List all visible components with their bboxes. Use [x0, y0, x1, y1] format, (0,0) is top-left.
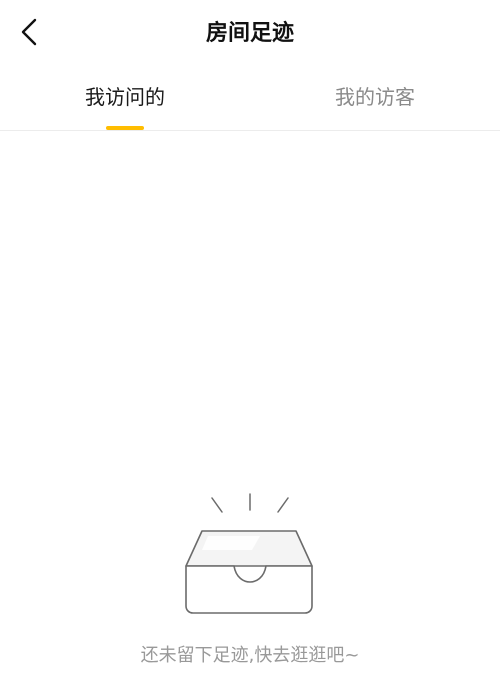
header-bar: 房间足迹 [0, 0, 500, 68]
page-title: 房间足迹 [205, 21, 294, 46]
tab-visitors-label: 我的访客 [335, 85, 415, 109]
empty-message: 还未留下足迹,快去逛逛吧~ [140, 645, 360, 666]
tab-bar: 我访问的 我的访客 [0, 68, 500, 130]
empty-box-icon [185, 493, 313, 614]
tab-divider [0, 130, 500, 131]
tab-visited-label: 我访问的 [85, 85, 165, 109]
chevron-left-icon [21, 18, 37, 46]
empty-state: 还未留下足迹,快去逛逛吧~ [0, 480, 500, 676]
back-button[interactable] [12, 14, 48, 50]
tab-visited[interactable]: 我访问的 [0, 68, 250, 130]
tab-visitors[interactable]: 我的访客 [250, 68, 500, 130]
